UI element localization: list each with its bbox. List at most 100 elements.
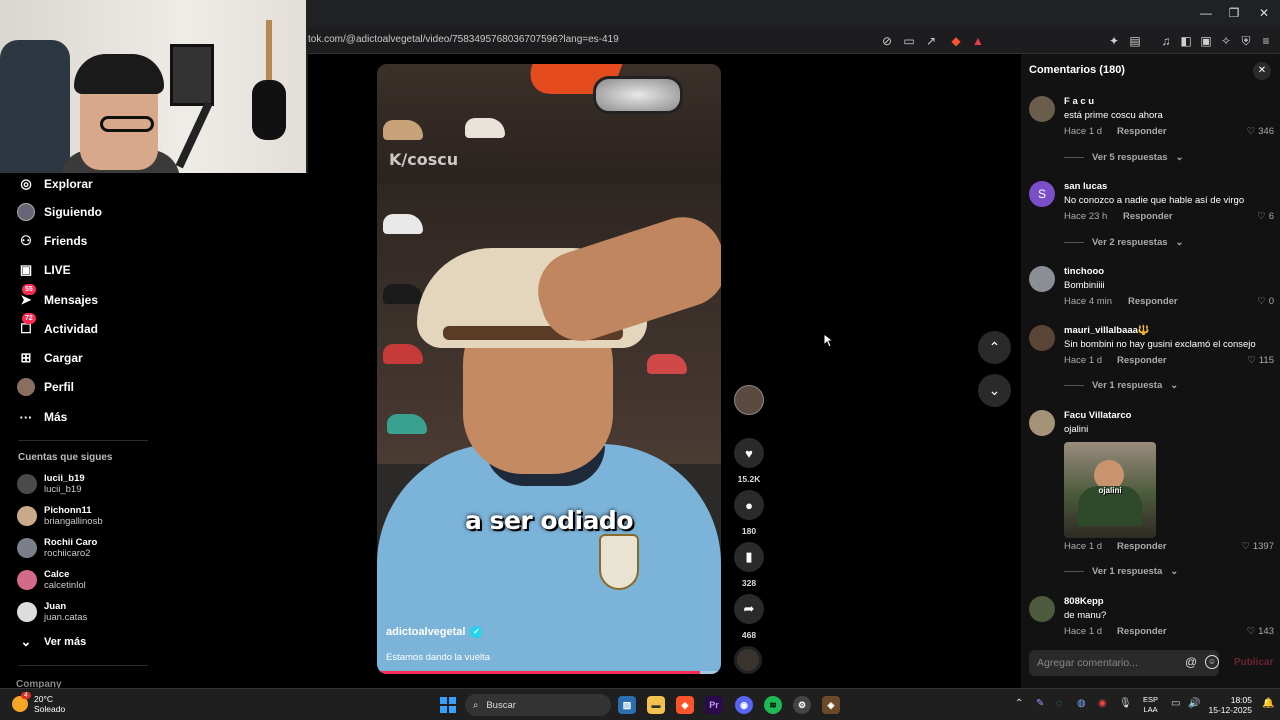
- cast-icon[interactable]: ▭: [901, 33, 917, 49]
- network-icon[interactable]: ▭: [1171, 698, 1180, 709]
- tray-overflow-icon[interactable]: ⌃: [1015, 698, 1023, 709]
- maximize-button[interactable]: ❐: [1224, 6, 1244, 20]
- extensions-icon[interactable]: ✦: [1106, 33, 1122, 49]
- comment-author[interactable]: F a c u: [1064, 96, 1094, 107]
- sidebar-item-siguiendo[interactable]: Siguiendo: [16, 201, 102, 223]
- tray-steam-icon[interactable]: ◍: [1077, 698, 1086, 709]
- video-progress-bar[interactable]: [377, 671, 721, 674]
- avatar[interactable]: S: [1029, 181, 1055, 207]
- premiere-pro-icon[interactable]: Pr: [705, 696, 723, 714]
- comment-like-button[interactable]: ♡ 143: [1247, 626, 1274, 637]
- video-player[interactable]: K/coscu a ser odiado adictoalvegetal ✓ E…: [377, 64, 721, 674]
- weather-widget[interactable]: 4 20°C Soleado: [12, 692, 65, 714]
- share-button[interactable]: ➦: [734, 594, 764, 624]
- post-comment-button[interactable]: Publicar: [1234, 657, 1273, 668]
- mention-icon[interactable]: @: [1185, 655, 1197, 669]
- view-replies-button[interactable]: Ver 1 respuesta ⌄: [1064, 566, 1178, 577]
- comment-like-button[interactable]: ♡ 1397: [1241, 541, 1274, 552]
- comment-author[interactable]: mauri_villalbaaa🔱: [1064, 325, 1150, 336]
- comment-button[interactable]: ●: [734, 490, 764, 520]
- media-icon[interactable]: ♫: [1158, 33, 1174, 49]
- next-video-button[interactable]: ⌄: [978, 374, 1011, 407]
- sidebar-item-mas[interactable]: ··· Más: [16, 406, 68, 428]
- avatar[interactable]: [1029, 325, 1055, 351]
- close-comments-button[interactable]: ✕: [1253, 62, 1271, 80]
- tray-app-icon[interactable]: ✎: [1036, 698, 1044, 709]
- view-replies-button[interactable]: Ver 1 respuesta ⌄: [1064, 380, 1178, 391]
- comment-author[interactable]: 808Kepp: [1064, 596, 1104, 607]
- sidebar-item-friends[interactable]: ⚇ Friends: [16, 230, 87, 252]
- sidebar-item-mensajes[interactable]: ➤ 55 Mensajes: [16, 284, 98, 311]
- tray-recording-icon[interactable]: ◉: [1098, 698, 1107, 709]
- notifications-icon[interactable]: 🔔: [1262, 698, 1274, 709]
- comment-like-button[interactable]: ♡ 0: [1257, 296, 1274, 307]
- file-explorer-icon[interactable]: ▬: [647, 696, 665, 714]
- comment-input-box[interactable]: @ ☺: [1029, 650, 1219, 676]
- brave-browser-icon[interactable]: ◆: [676, 696, 694, 714]
- microphone-icon[interactable]: 🎙: [1119, 698, 1132, 709]
- followed-account[interactable]: Rochii Caro rochiicaro2: [17, 536, 97, 560]
- creator-avatar[interactable]: [734, 385, 764, 415]
- reply-button[interactable]: Responder: [1123, 211, 1173, 222]
- comment-author[interactable]: san lucas: [1064, 181, 1107, 192]
- followed-account[interactable]: lucii_b19 lucii_b19: [17, 472, 85, 496]
- view-replies-button[interactable]: Ver 5 respuestas ⌄: [1064, 152, 1184, 163]
- reply-button[interactable]: Responder: [1117, 626, 1167, 637]
- minimize-button[interactable]: —: [1196, 6, 1216, 20]
- like-button[interactable]: ♥: [734, 438, 764, 468]
- tray-spotify-icon[interactable]: ◌: [1056, 698, 1062, 709]
- game-app-icon[interactable]: ◈: [822, 696, 840, 714]
- reader-icon[interactable]: ▤: [1127, 33, 1143, 49]
- sidebar-item-cargar[interactable]: ⊞ Cargar: [16, 347, 83, 369]
- reply-button[interactable]: Responder: [1117, 126, 1167, 137]
- sidebar-item-live[interactable]: ▣ LIVE: [16, 259, 71, 281]
- music-disc[interactable]: [734, 646, 762, 674]
- start-button[interactable]: [440, 697, 456, 713]
- see-more-accounts-button[interactable]: ⌄ Ver más: [16, 631, 87, 653]
- sidebar-item-perfil[interactable]: Perfil: [16, 376, 74, 398]
- avatar[interactable]: [1029, 410, 1055, 436]
- comment-like-button[interactable]: ♡ 346: [1247, 126, 1274, 137]
- share-page-icon[interactable]: ↗: [923, 33, 939, 49]
- leo-ai-icon[interactable]: ✧: [1218, 33, 1234, 49]
- brave-rewards-icon[interactable]: ▲: [970, 33, 986, 49]
- sidebar-item-explorar[interactable]: ◎ Explorar: [16, 173, 92, 195]
- brave-shield-icon[interactable]: ◆: [948, 33, 964, 49]
- system-clock[interactable]: 18:05 15-12-2025: [1208, 695, 1252, 715]
- save-button[interactable]: ▮: [734, 542, 764, 572]
- steam-icon[interactable]: ⚙: [793, 696, 811, 714]
- sidebar-item-actividad[interactable]: ☐ 72 Actividad: [16, 313, 98, 340]
- comment-like-button[interactable]: ♡ 115: [1247, 355, 1274, 366]
- previous-video-button[interactable]: ⌃: [978, 331, 1011, 364]
- mute-icon[interactable]: ⊘: [879, 33, 895, 49]
- view-replies-button[interactable]: Ver 2 respuestas ⌄: [1064, 237, 1184, 248]
- author-name[interactable]: adictoalvegetal: [386, 626, 465, 638]
- discord-icon[interactable]: ◉: [735, 696, 753, 714]
- video-author[interactable]: adictoalvegetal ✓: [386, 626, 483, 638]
- followed-account[interactable]: Juan juan.catas: [17, 600, 87, 624]
- vpn-icon[interactable]: ⛨: [1238, 33, 1254, 49]
- menu-icon[interactable]: ≡: [1258, 33, 1274, 49]
- avatar[interactable]: [1029, 596, 1055, 622]
- reply-button[interactable]: Responder: [1117, 541, 1167, 552]
- photos-app-icon[interactable]: ▨: [618, 696, 636, 714]
- taskbar-search[interactable]: ⌕ Buscar: [465, 694, 611, 716]
- comment-like-button[interactable]: ♡ 6: [1257, 211, 1274, 222]
- comment-author[interactable]: Facu Villatarco: [1064, 410, 1131, 421]
- wallet-icon[interactable]: ▣: [1198, 33, 1214, 49]
- avatar[interactable]: [1029, 266, 1055, 292]
- language-indicator[interactable]: ESP LAA: [1143, 695, 1158, 715]
- close-window-button[interactable]: ✕: [1254, 6, 1274, 20]
- comment-input[interactable]: [1037, 655, 1177, 671]
- followed-account[interactable]: Calce calcetinlol: [17, 568, 86, 592]
- volume-icon[interactable]: 🔊: [1188, 698, 1200, 709]
- url-text[interactable]: tok.com/@adictoalvegetal/video/758349576…: [308, 34, 619, 45]
- comment-author[interactable]: tinchooo: [1064, 266, 1104, 277]
- avatar[interactable]: [1029, 96, 1055, 122]
- reply-button[interactable]: Responder: [1128, 296, 1178, 307]
- sidebar-icon[interactable]: ◧: [1178, 33, 1194, 49]
- followed-account[interactable]: Pichonn11 briangallinosb: [17, 504, 103, 528]
- emoji-icon[interactable]: ☺: [1205, 655, 1219, 669]
- reply-button[interactable]: Responder: [1117, 355, 1167, 366]
- spotify-icon[interactable]: ≋: [764, 696, 782, 714]
